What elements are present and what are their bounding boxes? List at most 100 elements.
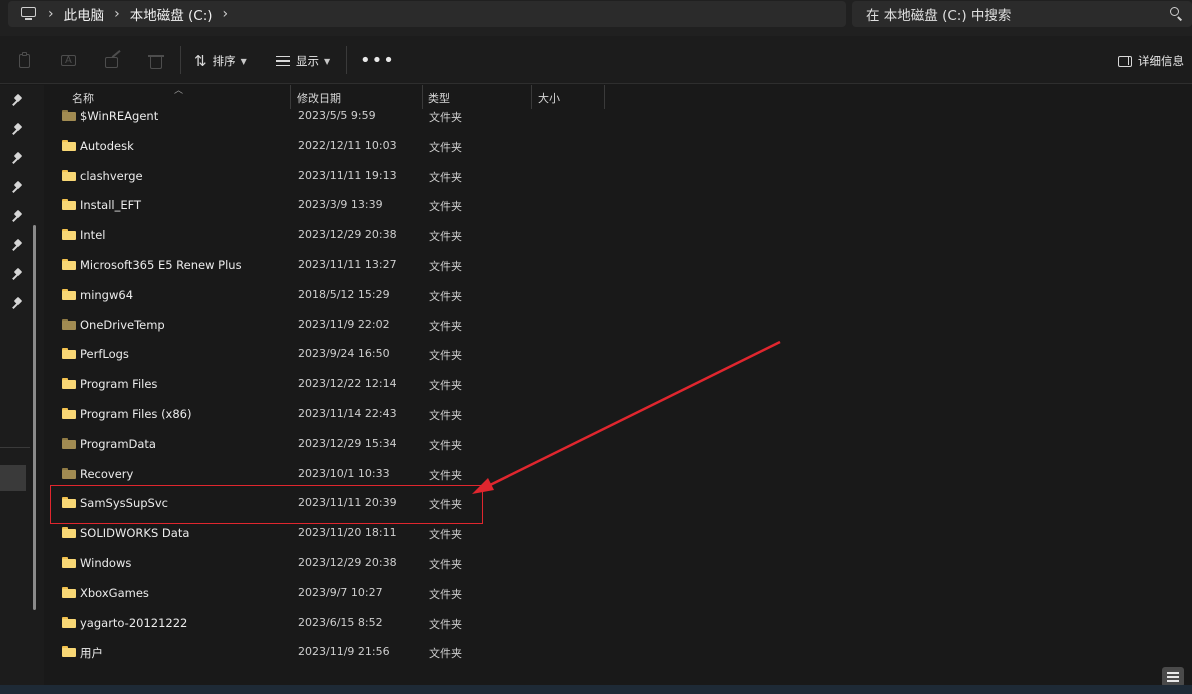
chevron-down-icon: ▼ (240, 56, 247, 66)
sort-ascending-icon: ︿ (174, 86, 184, 96)
file-type: 文件夹 (429, 230, 462, 244)
file-row[interactable]: ProgramData 2023/12/29 15:34 文件夹 (44, 429, 1192, 459)
pin-icon[interactable] (12, 122, 23, 136)
file-row[interactable]: Program Files (x86) 2023/11/14 22:43 文件夹 (44, 399, 1192, 429)
chevron-right-icon[interactable]: › (48, 7, 54, 21)
nav-scrollbar[interactable] (33, 225, 36, 610)
file-name[interactable]: OneDriveTemp (80, 318, 165, 332)
sort-button[interactable]: ⇅ 排序 ▼ (194, 50, 247, 72)
folder-icon (62, 378, 76, 390)
view-button[interactable]: 显示 ▼ (276, 50, 330, 72)
file-type: 文件夹 (429, 349, 462, 363)
search-icon[interactable] (1170, 7, 1184, 21)
file-modified-date: 2023/12/29 20:38 (298, 556, 397, 569)
file-name[interactable]: mingw64 (80, 288, 133, 302)
file-row[interactable]: mingw64 2018/5/12 15:29 文件夹 (44, 280, 1192, 310)
nav-selected-item[interactable] (0, 465, 26, 491)
search-input[interactable]: 在 本地磁盘 (C:) 中搜索 (866, 4, 1170, 24)
file-name[interactable]: $WinREAgent (80, 109, 158, 123)
breadcrumb-this-pc[interactable]: 此电脑 (64, 4, 105, 24)
file-type: 文件夹 (429, 170, 462, 184)
folder-icon (62, 616, 76, 628)
file-row[interactable]: yagarto-20121222 2023/6/15 8:52 文件夹 (44, 608, 1192, 638)
file-row[interactable]: $WinREAgent 2023/5/5 9:59 文件夹 (44, 101, 1192, 131)
file-modified-date: 2023/12/29 20:38 (298, 228, 397, 242)
file-modified-date: 2023/3/9 13:39 (298, 198, 383, 212)
file-modified-date: 2023/11/11 13:27 (298, 258, 397, 271)
pin-icon[interactable] (12, 296, 23, 310)
file-name[interactable]: Program Files (x86) (80, 407, 191, 421)
breadcrumb-local-disk[interactable]: 本地磁盘 (C:) (130, 4, 213, 24)
file-row[interactable]: Autodesk 2022/12/11 10:03 文件夹 (44, 131, 1192, 161)
file-row[interactable]: 用户 2023/11/9 21:56 文件夹 (44, 637, 1192, 667)
file-row[interactable]: PerfLogs 2023/9/24 16:50 文件夹 (44, 339, 1192, 369)
file-row[interactable]: Intel 2023/12/29 20:38 文件夹 (44, 220, 1192, 250)
file-row[interactable]: XboxGames 2023/9/7 10:27 文件夹 (44, 578, 1192, 608)
file-name[interactable]: PerfLogs (80, 347, 129, 361)
sort-label: 排序 (212, 54, 236, 68)
file-row[interactable]: Windows 2023/12/29 20:38 文件夹 (44, 548, 1192, 578)
paste-button[interactable] (16, 50, 34, 72)
file-row[interactable]: OneDriveTemp 2023/11/9 22:02 文件夹 (44, 310, 1192, 340)
computer-icon[interactable] (20, 7, 38, 21)
details-pane-button[interactable]: 详细信息 (1118, 50, 1184, 72)
address-bar[interactable]: › 此电脑 › 本地磁盘 (C:) › (8, 1, 846, 27)
title-bar: › 此电脑 › 本地磁盘 (C:) › 在 本地磁盘 (C:) 中搜索 (0, 0, 1192, 36)
file-name[interactable]: Microsoft365 E5 Renew Plus (80, 258, 242, 272)
navigation-pane (0, 85, 44, 685)
chevron-right-icon[interactable]: › (114, 7, 120, 21)
paste-icon (16, 52, 34, 70)
file-type: 文件夹 (429, 468, 462, 482)
chevron-down-icon: ▼ (324, 56, 331, 66)
pin-icon[interactable] (12, 93, 23, 107)
file-modified-date: 2023/11/20 18:11 (298, 526, 397, 540)
file-name[interactable]: yagarto-20121222 (80, 616, 187, 630)
file-row[interactable]: clashverge 2023/11/11 19:13 文件夹 (44, 161, 1192, 191)
file-name[interactable]: clashverge (80, 169, 143, 183)
folder-icon (62, 259, 76, 270)
file-modified-date: 2023/5/5 9:59 (298, 109, 376, 122)
file-name[interactable]: Autodesk (80, 139, 134, 153)
folder-icon (62, 169, 76, 181)
file-modified-date: 2022/12/11 10:03 (298, 138, 397, 152)
chevron-right-icon[interactable]: › (223, 7, 229, 21)
pin-icon[interactable] (12, 267, 23, 281)
file-list: ︿ 名称 修改日期 类型 大小 $WinREAgent 2023/5/5 9:59… (44, 85, 1192, 685)
file-name[interactable]: Recovery (80, 467, 133, 481)
file-row[interactable]: Microsoft365 E5 Renew Plus 2023/11/11 13:… (44, 250, 1192, 280)
file-type: 文件夹 (429, 409, 462, 422)
search-box[interactable]: 在 本地磁盘 (C:) 中搜索 (852, 1, 1192, 27)
rename-button[interactable]: A (60, 50, 78, 72)
file-name[interactable]: Install_EFT (80, 198, 141, 212)
file-modified-date: 2023/9/7 10:27 (298, 585, 383, 599)
details-view-toggle[interactable] (1162, 667, 1184, 687)
file-name[interactable]: XboxGames (80, 586, 149, 600)
file-name[interactable]: SOLIDWORKS Data (80, 526, 189, 540)
folder-icon (62, 288, 76, 300)
file-name[interactable]: ProgramData (80, 437, 156, 451)
file-modified-date: 2023/11/9 22:02 (298, 317, 390, 331)
command-bar: A ⇅ 排序 ▼ 显示 ▼ ••• 详细信息 (0, 36, 1192, 84)
details-label: 详细信息 (1138, 54, 1184, 68)
file-row[interactable]: Program Files 2023/12/22 12:14 文件夹 (44, 369, 1192, 399)
share-button[interactable] (104, 49, 122, 72)
file-name[interactable]: Windows (80, 556, 131, 570)
pin-icon[interactable] (12, 151, 23, 165)
pin-icon[interactable] (12, 180, 23, 194)
file-type: 文件夹 (429, 558, 462, 571)
file-name[interactable]: 用户 (80, 645, 103, 661)
more-options-button[interactable]: ••• (360, 50, 395, 72)
more-icon: ••• (360, 50, 395, 71)
delete-button[interactable] (147, 50, 165, 72)
file-modified-date: 2023/10/1 10:33 (298, 466, 390, 480)
taskbar-edge (0, 685, 1192, 694)
pin-icon[interactable] (12, 238, 23, 252)
file-modified-date: 2023/11/14 22:43 (298, 407, 397, 420)
file-name[interactable]: Program Files (80, 377, 157, 391)
pin-icon[interactable] (12, 209, 23, 223)
file-name[interactable]: Intel (80, 228, 105, 242)
file-modified-date: 2018/5/12 15:29 (298, 287, 390, 301)
file-row[interactable]: Install_EFT 2023/3/9 13:39 文件夹 (44, 190, 1192, 220)
view-label: 显示 (296, 54, 319, 68)
folder-icon (62, 348, 76, 360)
